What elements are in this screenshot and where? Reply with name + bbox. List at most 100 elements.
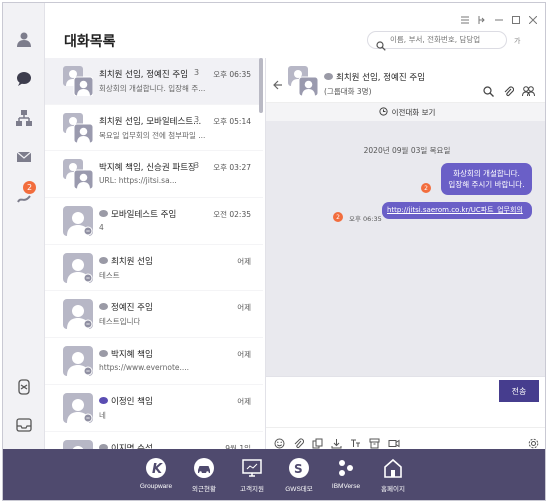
conversation-item[interactable]: 이정인 책임 어제네: [45, 385, 263, 432]
chat-bubble-icon: [99, 350, 108, 358]
conversation-name: 최치원 선임, 정예진 주임: [99, 70, 189, 80]
chat-icon[interactable]: [12, 67, 36, 91]
note-badge: 2: [23, 181, 36, 194]
clock-icon: [378, 106, 388, 118]
search-box[interactable]: [367, 31, 507, 51]
minimize-icon[interactable]: [495, 9, 503, 21]
dock-item-support[interactable]: 고객지원: [229, 457, 275, 493]
search-input[interactable]: [390, 35, 500, 44]
svg-text:S: S: [294, 462, 303, 476]
unread-count-badge: 2: [333, 212, 343, 222]
emoji-icon[interactable]: [274, 434, 285, 449]
message-area: 2020년 09월 03일 목요일 화상회의 개설합니다. 입장해 주시기 바랍…: [266, 122, 545, 376]
conversation-time: 오전 02:35: [213, 210, 251, 220]
member-count: 3: [194, 68, 200, 77]
maximize-icon[interactable]: [512, 9, 520, 24]
message-bubble[interactable]: 화상회의 개설합니다. 입장해 주시기 바랍니다.: [441, 163, 532, 195]
paperclip-icon[interactable]: [503, 82, 515, 101]
conversation-time: 어제: [237, 350, 251, 360]
conversation-item[interactable]: 최치원 선임, 정예진 주임 3 오후 06:35 회상회의 개설합니다. 입장해 주…: [45, 58, 263, 105]
conversation-preview: 테스트입니다: [99, 317, 141, 327]
svg-text:K: K: [152, 462, 163, 477]
download-icon[interactable]: [331, 434, 342, 449]
avatar: [63, 346, 93, 377]
avatar: [63, 252, 93, 283]
chat-subtitle: (그룹대화 3명): [324, 87, 372, 96]
avatar: [63, 206, 93, 237]
dock-item-field-status[interactable]: 외근현황: [181, 457, 227, 493]
message-link[interactable]: http://jitsi.saerom.co.kr/UC파트_업무회의: [382, 202, 532, 219]
menu-icon[interactable]: [461, 9, 469, 24]
search-icon[interactable]: [483, 82, 494, 101]
archive-icon[interactable]: [369, 434, 380, 449]
conversation-name: 이정인 책임: [99, 395, 153, 407]
history-button[interactable]: 이전대화 보기: [266, 103, 545, 122]
conversation-item[interactable]: 박지혜 책임 어제 https://www.evernote....: [45, 338, 263, 385]
conversation-name: 최치원 선임, 모바일테스트...: [99, 116, 202, 127]
mail-icon[interactable]: [12, 145, 36, 169]
org-chart-icon[interactable]: [12, 106, 36, 130]
video-icon[interactable]: [388, 434, 400, 448]
chat-bubble-icon: [99, 210, 108, 218]
conversation-item[interactable]: 정예진 주임 어제 테스트입니다: [45, 291, 263, 339]
conversation-time: 오후 03:27: [213, 163, 251, 173]
member-count: 3: [194, 114, 200, 124]
conversation-name: 정예진 주임: [99, 301, 153, 313]
conversation-item[interactable]: 최치원 선임, 모바일테스트... 3 오후 05:14 목요일 업무회의 전에 첨부…: [45, 105, 263, 152]
conversation-list: 최치원 선임, 정예진 주임 3 오후 06:35 회상회의 개설합니다. 입장해 주…: [45, 58, 263, 449]
person-icon[interactable]: [12, 27, 36, 51]
conversation-item[interactable]: 박지혜 책임, 신승권 파트장 3 오후 03:27 URL: https://jit…: [45, 151, 263, 199]
conversation-time: 어제: [237, 256, 251, 266]
paperclip-icon[interactable]: [293, 434, 304, 449]
gear-icon[interactable]: [528, 434, 539, 449]
conversation-item[interactable]: 이지명 수석 9월 1일: [45, 432, 263, 449]
send-button[interactable]: 전송: [499, 380, 539, 402]
groupware-icon: K: [145, 457, 167, 479]
avatar: [63, 299, 93, 330]
language-toggle[interactable]: 가: [514, 36, 520, 46]
conversation-name: 모바일테스트 주임: [99, 208, 176, 220]
dock-item-gws-demo[interactable]: S GWS데모: [276, 457, 322, 493]
pin-icon[interactable]: [478, 9, 486, 24]
dock-item-groupware[interactable]: K Groupware: [133, 457, 179, 490]
settings-icon[interactable]: [12, 375, 36, 399]
conversation-item[interactable]: 모바일테스트 주임 오전 02:35 4: [45, 198, 263, 245]
unread-count-badge: 2: [421, 183, 431, 193]
avatar: [63, 392, 93, 423]
dock-item-ibm-verse[interactable]: IBMVerse: [323, 457, 369, 490]
chat-bubble-icon: [324, 73, 333, 80]
close-icon[interactable]: [528, 9, 538, 25]
conversation-preview: 테스트: [99, 270, 120, 280]
chat-panel: 최치원 선임, 정예진 주임 (그룹대화 3명) 이전대화 보기 2020년 0…: [265, 58, 545, 450]
dock-item-homepage[interactable]: 홈페이지: [370, 457, 416, 493]
inbox-icon[interactable]: [12, 413, 36, 437]
composer-toolbar: [266, 427, 545, 450]
conversation-time: 오후 06:35: [213, 70, 251, 79]
chat-bubble-icon: [99, 303, 108, 311]
car-icon: [193, 457, 215, 479]
bottom-dock: K Groupware 외근현황 고객지원 S GWS데모 IBMVerse 홈…: [3, 449, 545, 500]
copy-icon[interactable]: [312, 434, 323, 449]
date-separator: 2020년 09월 03일 목요일: [363, 146, 451, 155]
list-scrollbar[interactable]: [259, 58, 263, 113]
composer[interactable]: 전송: [266, 376, 545, 450]
page-title: 대화목록: [64, 33, 116, 49]
avatar: [63, 439, 93, 449]
conversation-preview: 목요일 업무회의 전에 첨부파일 ...: [99, 130, 206, 140]
conversation-name: 박지혜 책임: [99, 348, 153, 360]
message-time: 오후 06:35: [349, 215, 382, 223]
conversation-item[interactable]: 최치원 선임 어제 테스트: [45, 245, 263, 292]
conversation-preview: URL: https://jitsi.sa...: [99, 176, 177, 186]
text-format-icon[interactable]: [350, 434, 361, 447]
back-arrow-icon[interactable]: [273, 75, 283, 94]
conversation-list-panel: 대화목록 최치원 선임, 정예진 주임 3 오후 06:35 회상회의 개설합니다. …: [45, 3, 263, 449]
left-rail: 2: [3, 3, 45, 449]
monitor-icon: [241, 457, 263, 479]
chat-bubble-icon: [99, 396, 108, 404]
conversation-preview: 네: [99, 410, 106, 420]
participants-icon[interactable]: [522, 82, 535, 101]
conversation-preview: 회상회의 개설합니다. 입장해 주...: [99, 84, 206, 93]
conversation-time: 어제: [237, 396, 251, 406]
avatar: [63, 112, 93, 143]
chat-header: 최치원 선임, 정예진 주임 (그룹대화 3명): [266, 58, 545, 103]
